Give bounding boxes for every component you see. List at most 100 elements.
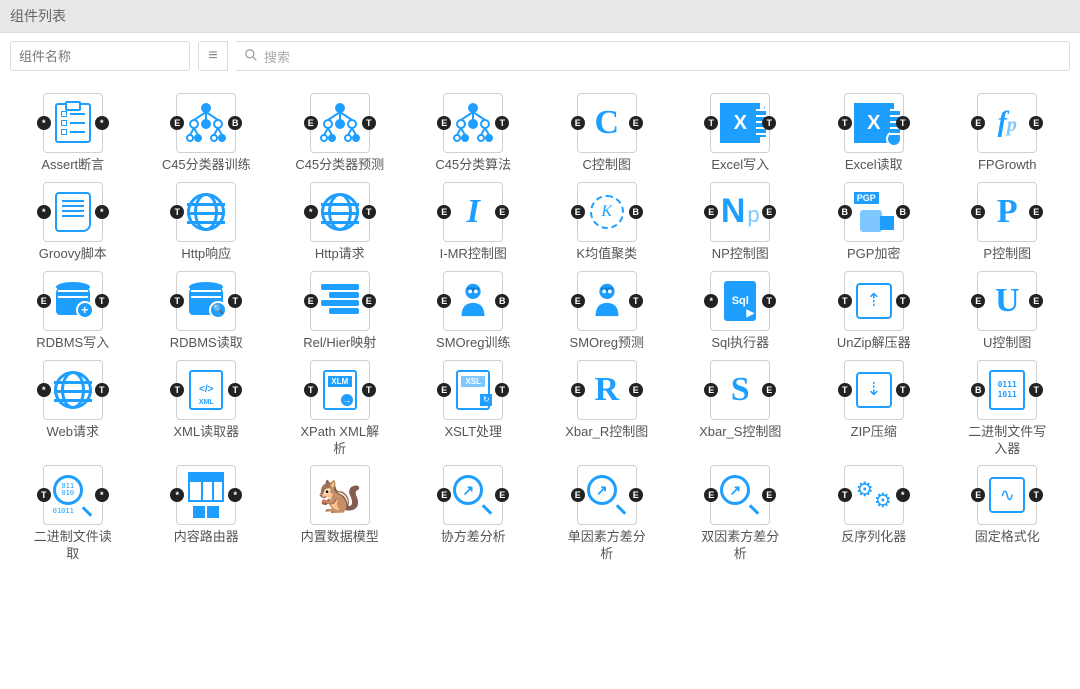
port-right[interactable]: * (896, 488, 910, 502)
port-left[interactable]: E (571, 383, 585, 397)
port-right[interactable]: B (896, 205, 910, 219)
port-left[interactable]: E (437, 383, 451, 397)
component-name-input[interactable] (10, 41, 190, 71)
component-icon-xml-read[interactable]: </>XMLTT (176, 360, 236, 420)
component-icon-excel-write[interactable]: X↓TT (710, 93, 770, 153)
port-left[interactable]: E (571, 488, 585, 502)
port-left[interactable]: T (704, 116, 718, 130)
port-left[interactable]: B (971, 383, 985, 397)
port-right[interactable]: E (762, 205, 776, 219)
component-icon-np-chart[interactable]: NpEE (710, 182, 770, 242)
component-icon-c45-train[interactable]: EB (176, 93, 236, 153)
component-icon-imr[interactable]: IEE (443, 182, 503, 242)
component-icon-bin-write[interactable]: 01111011BT (977, 360, 1037, 420)
component-icon-zip[interactable]: ⇣TT (844, 360, 904, 420)
port-left[interactable]: E (437, 116, 451, 130)
component-icon-sql-exec[interactable]: Sql*T (710, 271, 770, 331)
port-right[interactable]: E (762, 383, 776, 397)
component-icon-p-chart[interactable]: PEE (977, 182, 1037, 242)
port-left[interactable]: E (571, 116, 585, 130)
port-left[interactable]: E (971, 488, 985, 502)
component-icon-fixed-format[interactable]: ∿ET (977, 465, 1037, 525)
port-left[interactable]: T (838, 116, 852, 130)
menu-button[interactable]: ≡ (198, 41, 228, 71)
component-icon-smoreg-train[interactable]: EB (443, 271, 503, 331)
port-right[interactable]: T (362, 205, 376, 219)
port-left[interactable]: E (971, 294, 985, 308)
port-left[interactable]: T (170, 294, 184, 308)
component-icon-fpgrowth[interactable]: fpEE (977, 93, 1037, 153)
port-left[interactable]: E (571, 294, 585, 308)
port-right[interactable]: E (629, 488, 643, 502)
port-right[interactable]: T (95, 383, 109, 397)
component-icon-unzip[interactable]: ⇡TT (844, 271, 904, 331)
component-icon-relhier[interactable]: EE (310, 271, 370, 331)
port-right[interactable]: T (95, 294, 109, 308)
port-right[interactable]: * (95, 116, 109, 130)
component-icon-c45-algo[interactable]: ET (443, 93, 503, 153)
search-input[interactable]: 搜索 (236, 41, 1070, 71)
port-right[interactable]: T (896, 383, 910, 397)
port-right[interactable]: E (1029, 205, 1043, 219)
component-icon-bin-read[interactable]: 01101001011T* (43, 465, 103, 525)
port-right[interactable]: T (1029, 383, 1043, 397)
component-icon-deserialize[interactable]: T* (844, 465, 904, 525)
component-icon-content-router[interactable]: ** (176, 465, 236, 525)
component-icon-http-req[interactable]: *T (310, 182, 370, 242)
component-icon-anova2[interactable]: ↗EE (710, 465, 770, 525)
port-right[interactable]: * (228, 488, 242, 502)
port-left[interactable]: E (704, 383, 718, 397)
component-icon-groovy[interactable]: ** (43, 182, 103, 242)
component-icon-c45-predict[interactable]: ET (310, 93, 370, 153)
port-left[interactable]: T (838, 488, 852, 502)
port-left[interactable]: E (304, 116, 318, 130)
port-right[interactable]: E (762, 488, 776, 502)
port-left[interactable]: * (37, 205, 51, 219)
component-icon-rdbms-write[interactable]: +ET (43, 271, 103, 331)
port-right[interactable]: B (495, 294, 509, 308)
port-left[interactable]: E (971, 116, 985, 130)
port-right[interactable]: B (228, 116, 242, 130)
port-right[interactable]: * (95, 205, 109, 219)
port-left[interactable]: E (37, 294, 51, 308)
component-icon-c-chart[interactable]: CEE (577, 93, 637, 153)
port-left[interactable]: T (170, 205, 184, 219)
port-left[interactable]: E (704, 205, 718, 219)
port-right[interactable]: E (495, 488, 509, 502)
component-icon-builtin-model[interactable]: 🐿️ (310, 465, 370, 525)
port-right[interactable]: * (95, 488, 109, 502)
port-right[interactable]: T (762, 116, 776, 130)
port-right[interactable]: T (896, 294, 910, 308)
component-icon-xslt[interactable]: XSL↻ET (443, 360, 503, 420)
port-left[interactable]: E (304, 294, 318, 308)
port-left[interactable]: T (838, 294, 852, 308)
component-icon-http-resp[interactable]: T (176, 182, 236, 242)
port-left[interactable]: E (971, 205, 985, 219)
component-icon-cov-analysis[interactable]: ↗EE (443, 465, 503, 525)
component-icon-assert[interactable]: ** (43, 93, 103, 153)
component-icon-rdbms-read[interactable]: 🔍TT (176, 271, 236, 331)
port-left[interactable]: T (838, 383, 852, 397)
port-left[interactable]: * (37, 116, 51, 130)
port-right[interactable]: B (629, 205, 643, 219)
port-right[interactable]: T (896, 116, 910, 130)
component-icon-xpath[interactable]: XLM→TT (310, 360, 370, 420)
port-left[interactable]: T (304, 383, 318, 397)
component-icon-web-req[interactable]: *T (43, 360, 103, 420)
port-left[interactable]: E (437, 205, 451, 219)
component-icon-kmeans[interactable]: KEB (577, 182, 637, 242)
port-right[interactable]: T (228, 383, 242, 397)
component-icon-excel-read[interactable]: XTT (844, 93, 904, 153)
component-icon-xbar-s[interactable]: SEE (710, 360, 770, 420)
port-left[interactable]: E (437, 294, 451, 308)
port-left[interactable]: E (170, 116, 184, 130)
port-right[interactable]: T (362, 383, 376, 397)
port-right[interactable]: E (1029, 116, 1043, 130)
port-right[interactable]: T (362, 116, 376, 130)
port-right[interactable]: T (1029, 488, 1043, 502)
port-left[interactable]: * (37, 383, 51, 397)
component-icon-smoreg-predict[interactable]: ET (577, 271, 637, 331)
port-right[interactable]: T (629, 294, 643, 308)
port-right[interactable]: E (495, 205, 509, 219)
component-icon-u-chart[interactable]: UEE (977, 271, 1037, 331)
